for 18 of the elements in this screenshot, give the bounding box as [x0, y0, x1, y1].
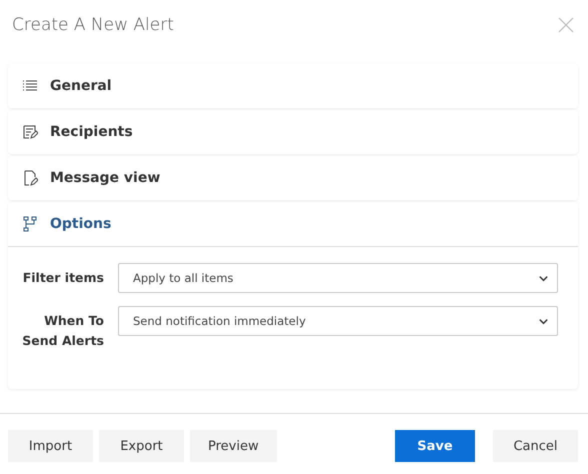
section-header[interactable]: Recipients	[8, 110, 578, 154]
edit-list-icon	[22, 124, 38, 140]
edit-document-icon	[22, 170, 38, 186]
dialog-title: Create A New Alert	[12, 15, 174, 35]
flowchart-icon	[22, 216, 38, 232]
action-button[interactable]: Cancel	[493, 430, 578, 462]
action-button[interactable]: Preview	[190, 430, 277, 462]
section-header[interactable]: Options	[8, 202, 578, 247]
close-icon[interactable]	[558, 17, 574, 33]
field-label: Filter items	[22, 269, 104, 287]
section-header[interactable]: Message view	[8, 156, 578, 200]
dropdown-field[interactable]: Send notification immediately	[118, 306, 558, 336]
action-button[interactable]: Export	[99, 430, 184, 462]
dropdown-field[interactable]: Apply to all items	[118, 263, 558, 293]
section-header[interactable]: General	[8, 64, 578, 108]
field-label: When To Send Alerts	[21, 312, 104, 350]
action-button[interactable]: Import	[8, 430, 93, 462]
save-button[interactable]: Save	[395, 430, 475, 462]
